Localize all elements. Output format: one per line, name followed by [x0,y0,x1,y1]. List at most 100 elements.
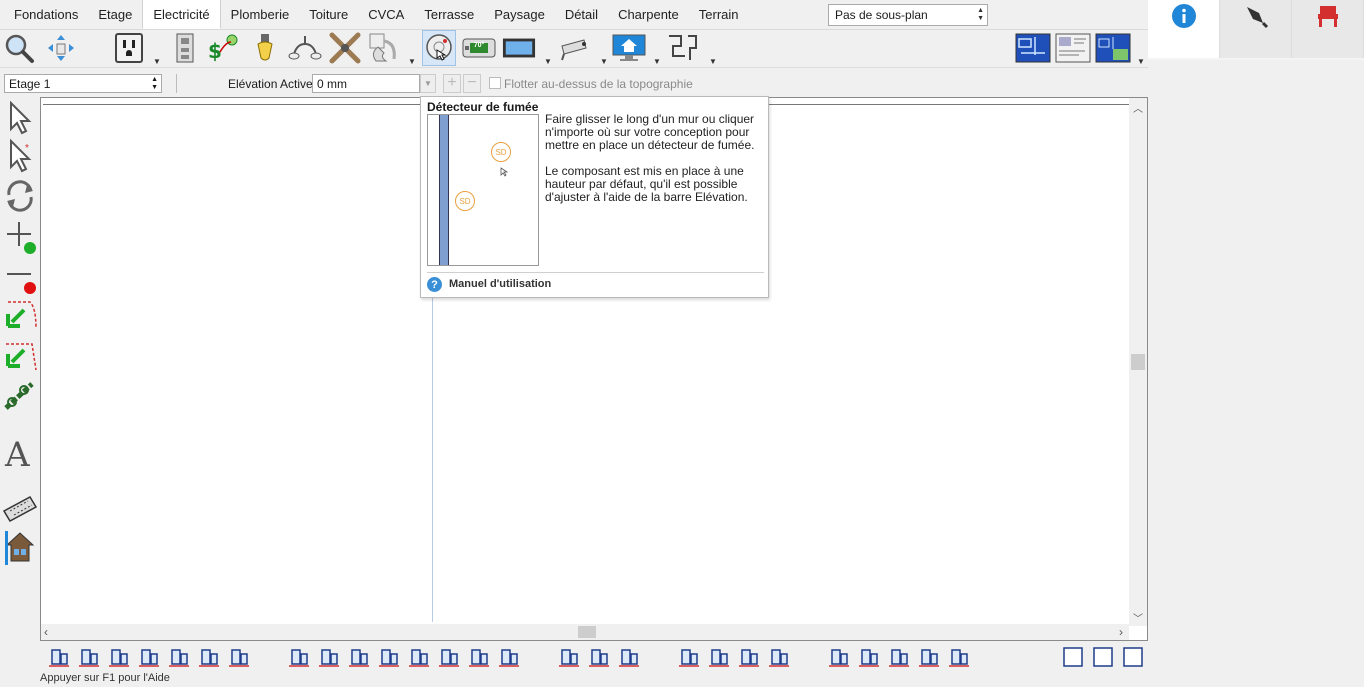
align-button[interactable] [858,646,880,668]
dropdown-arrow-icon[interactable]: ▼ [709,57,717,66]
tab-cvca[interactable]: CVCA [358,0,414,29]
home-automation-tool[interactable] [612,30,646,66]
tab-electricite[interactable]: Electricité [142,0,221,29]
delete-point-tool[interactable] [2,257,38,295]
align-button[interactable] [438,646,460,668]
select-objects-tool[interactable]: * [2,137,38,175]
align-button[interactable] [408,646,430,668]
tab-info[interactable] [1148,0,1220,58]
dropdown-arrow-icon[interactable]: ▼ [600,57,608,66]
help-icon[interactable]: ? [427,277,442,292]
tab-fondations[interactable]: Fondations [4,0,88,29]
thermostat-tool[interactable]: 70° [462,30,496,66]
minus-icon[interactable]: − [463,74,481,93]
tab-plomberie[interactable]: Plomberie [221,0,300,29]
reverse-line-tool[interactable] [2,337,38,375]
align-button[interactable] [468,646,490,668]
tab-terrasse[interactable]: Terrasse [414,0,484,29]
monitor-tool[interactable] [502,30,536,66]
reverse-arc-tool[interactable] [2,297,38,335]
tab-pen[interactable] [1220,0,1292,58]
float-checkbox[interactable] [489,77,501,89]
align-button[interactable] [168,646,190,668]
scroll-right-icon[interactable]: › [1119,625,1123,639]
pan-tool[interactable] [44,30,78,66]
plan-view-button[interactable] [1014,30,1052,66]
align-button[interactable] [738,646,760,668]
align-button[interactable] [678,646,700,668]
align-button[interactable] [198,646,220,668]
tab-detail[interactable]: Détail [555,0,608,29]
horizontal-scrollbar[interactable]: ‹ › [41,624,1129,640]
wall-preview [439,115,449,265]
align-button[interactable] [48,646,70,668]
dropdown-arrow-icon[interactable]: ▼ [153,57,161,66]
align-button[interactable] [348,646,370,668]
select-tool[interactable] [2,99,38,137]
align-button[interactable] [708,646,730,668]
plus-icon[interactable]: + [443,74,461,93]
dropdown-arrow-icon[interactable]: ▼ [1137,57,1145,66]
align-button[interactable] [828,646,850,668]
align-button[interactable] [228,646,250,668]
tab-furniture[interactable] [1292,0,1364,58]
align-button[interactable] [108,646,130,668]
align-button[interactable] [1122,646,1144,668]
align-button[interactable] [1092,646,1114,668]
connection-tool[interactable]: $ [206,30,240,66]
align-middle-icon [199,649,219,667]
vertical-scrollbar[interactable]: ︿ ﹀ [1129,98,1147,626]
telephone-tool[interactable] [366,30,400,66]
ceiling-fan-tool[interactable] [328,30,362,66]
3d-view-tool[interactable] [2,529,38,567]
tab-charpente[interactable]: Charpente [608,0,689,29]
camera-tool[interactable] [558,30,592,66]
floor-select[interactable]: Etage 1 ▲ ▼ [4,74,162,93]
film-tool[interactable] [2,489,38,527]
subplan-select[interactable]: Pas de sous-plan ▲ ▼ [828,4,988,26]
light-bulb-tool[interactable] [248,30,282,66]
elevation-input[interactable]: 0 mm [312,74,420,93]
scroll-up-icon[interactable]: ︿ [1133,100,1143,115]
align-button[interactable] [288,646,310,668]
fixture-tool[interactable] [288,30,322,66]
tab-etage[interactable]: Etage [88,0,142,29]
align-button[interactable] [498,646,520,668]
house-view-icon [5,531,35,565]
align-button[interactable] [948,646,970,668]
align-button[interactable] [918,646,940,668]
vertical-scroll-thumb[interactable] [1131,354,1145,370]
scroll-left-icon[interactable]: ‹ [44,625,48,639]
chain-tool[interactable] [2,377,38,415]
tab-paysage[interactable]: Paysage [484,0,555,29]
text-tool[interactable]: A [2,433,38,471]
switch-tool[interactable] [168,30,202,66]
align-button[interactable] [318,646,340,668]
smoke-detector-tool[interactable] [422,30,456,66]
tab-toiture[interactable]: Toiture [299,0,358,29]
align-button[interactable] [618,646,640,668]
add-point-tool[interactable] [2,217,38,255]
elevation-dropdown-icon[interactable]: ▼ [420,74,436,93]
align-button[interactable] [138,646,160,668]
tab-terrain[interactable]: Terrain [689,0,749,29]
dropdown-arrow-icon[interactable]: ▼ [408,57,416,66]
horizontal-scroll-thumb[interactable] [578,626,596,638]
rotate-tool[interactable] [2,177,38,215]
camera-view-button[interactable] [1094,30,1132,66]
dropdown-arrow-icon[interactable]: ▼ [653,57,661,66]
user-manual-link[interactable]: Manuel d'utilisation [449,278,551,290]
layout-view-button[interactable] [1054,30,1092,66]
align-button[interactable] [888,646,910,668]
align-button[interactable] [78,646,100,668]
align-button[interactable] [558,646,580,668]
align-button[interactable] [378,646,400,668]
align-button[interactable] [768,646,790,668]
wire-tool[interactable] [666,30,700,66]
align-button[interactable] [1062,646,1084,668]
zoom-tool[interactable] [2,30,36,66]
scroll-down-icon[interactable]: ﹀ [1133,610,1143,625]
align-button[interactable] [588,646,610,668]
outlet-tool[interactable] [112,30,146,66]
dropdown-arrow-icon[interactable]: ▼ [544,57,552,66]
